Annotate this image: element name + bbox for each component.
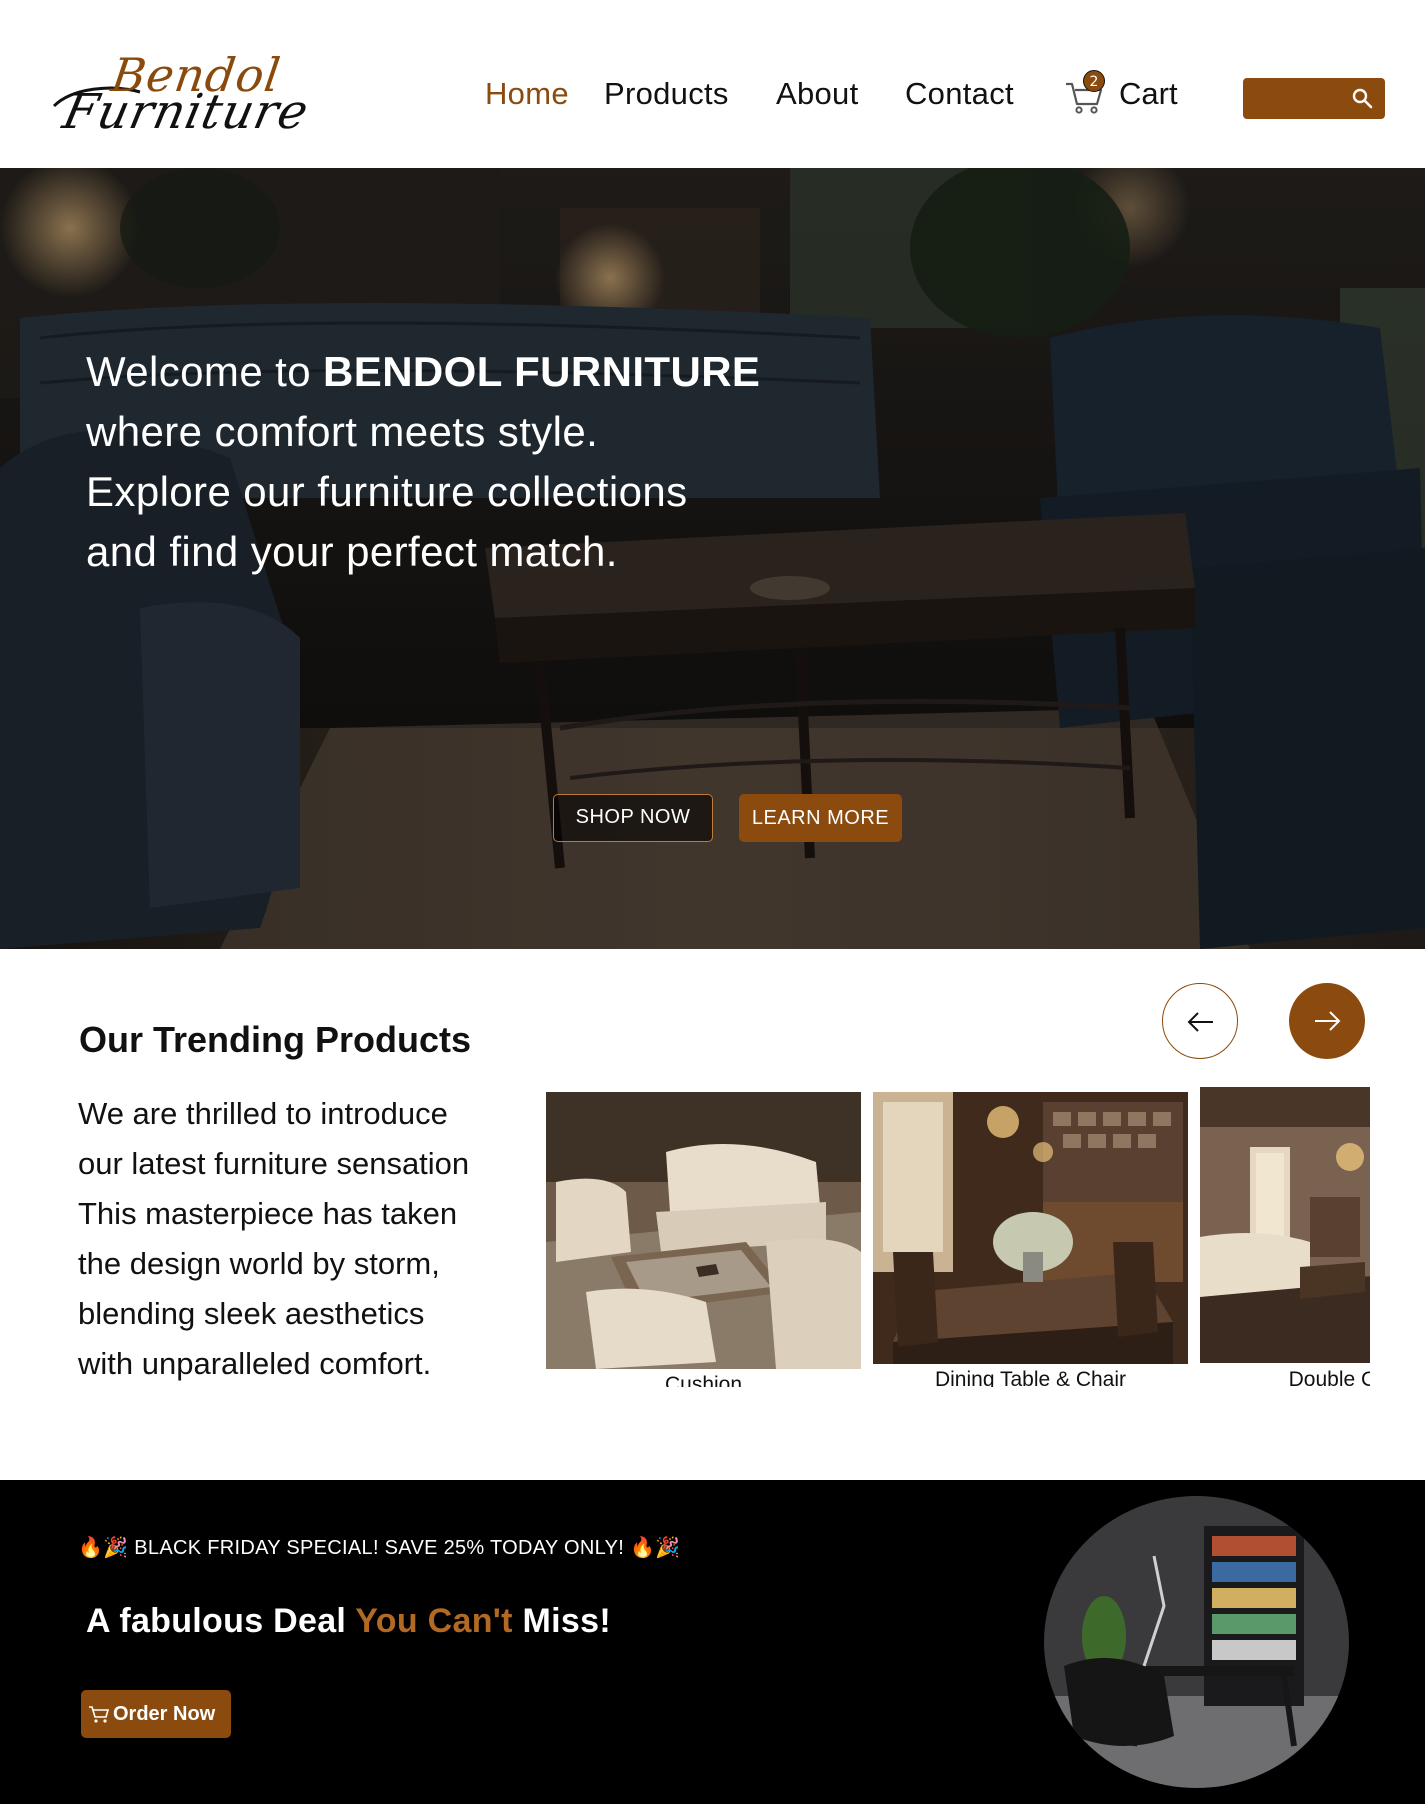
main-nav: Home Products About Contact: [0, 72, 1425, 116]
nav-products[interactable]: Products: [604, 72, 729, 116]
product-caption: Cushion: [664, 1373, 743, 1387]
fire-party-emoji: 🔥🎉: [629, 1537, 681, 1559]
arrow-left-icon: [1187, 1012, 1213, 1032]
cart-icon: [89, 1706, 110, 1723]
product-image: [1200, 1087, 1370, 1363]
description-line: our latest furniture sensation: [78, 1146, 470, 1181]
description-line: with unparalleled comfort.: [78, 1346, 432, 1381]
site-header: Bendol Furniture Home Products About Con…: [0, 0, 1425, 168]
arrow-right-icon: [1315, 1011, 1341, 1031]
description-line: This masterpiece has taken: [78, 1196, 458, 1231]
search-icon[interactable]: [1351, 87, 1373, 109]
product-caption: Double Cushio: [1288, 1368, 1370, 1387]
order-now-button[interactable]: Order Now: [81, 1690, 231, 1738]
nav-contact[interactable]: Contact: [905, 72, 1014, 116]
search-input[interactable]: [1243, 78, 1385, 119]
hero-welcome-text: Welcome to: [86, 348, 324, 395]
learn-more-button[interactable]: LEARN MORE: [739, 794, 902, 842]
product-photo: [546, 1092, 861, 1369]
hero-banner: Welcome to BENDOL FURNITURE where comfor…: [0, 168, 1425, 949]
hero-line-1: Welcome to BENDOL FURNITURE: [86, 342, 760, 402]
headline-start: A fabulous Deal: [86, 1602, 356, 1640]
hero-line-4: and find your perfect match.: [86, 528, 618, 575]
product-caption: Dining Table & Chair: [934, 1368, 1127, 1387]
carousel-next-button[interactable]: [1289, 983, 1365, 1059]
order-now-label: Order Now: [113, 1703, 216, 1725]
product-image: [546, 1092, 861, 1369]
carousel-prev-button[interactable]: [1162, 983, 1238, 1059]
promo-headline: A fabulous Deal You Can't Miss!: [86, 1602, 611, 1641]
hero-line-3: Explore our furniture collections: [86, 468, 688, 515]
cart-label: Cart: [1119, 76, 1178, 111]
hero-brand-name: BENDOL FURNITURE: [323, 348, 761, 395]
section-title: Our Trending Products: [79, 1019, 472, 1060]
promo-announcement-text: BLACK FRIDAY SPECIAL! SAVE 25% TODAY ONL…: [134, 1537, 625, 1559]
section-description: We are thrilled to introduce our latest …: [78, 1089, 528, 1389]
product-photo: [873, 1092, 1188, 1364]
description-line: the design world by storm,: [78, 1246, 440, 1281]
page-bottom-strip: [0, 1804, 1425, 1815]
promo-office-image: [1044, 1496, 1349, 1788]
product-photo: [1044, 1496, 1349, 1788]
headline-end: Miss!: [512, 1602, 611, 1640]
cart-count-badge: 2: [1083, 70, 1105, 92]
headline-highlight: You Can't: [355, 1602, 513, 1640]
product-carousel: Cushion Dining Table & Chair Double C: [546, 1087, 1370, 1387]
hero-line-2: where comfort meets style.: [86, 408, 599, 455]
description-line: blending sleek aesthetics: [78, 1296, 425, 1331]
description-line: We are thrilled to introduce: [78, 1096, 448, 1131]
hero-headline: Welcome to BENDOL FURNITURE where comfor…: [86, 342, 760, 582]
nav-home[interactable]: Home: [485, 72, 569, 116]
product-image: [873, 1092, 1188, 1364]
shop-now-button[interactable]: SHOP NOW: [553, 794, 713, 842]
promo-banner: 🔥🎉 BLACK FRIDAY SPECIAL! SAVE 25% TODAY …: [0, 1480, 1425, 1804]
product-photo: [1200, 1087, 1370, 1363]
promo-announcement: 🔥🎉 BLACK FRIDAY SPECIAL! SAVE 25% TODAY …: [78, 1535, 680, 1560]
nav-about[interactable]: About: [776, 72, 859, 116]
fire-party-emoji: 🔥🎉: [78, 1537, 129, 1559]
trending-products-section: Our Trending Products We are thrilled to…: [0, 949, 1425, 1480]
